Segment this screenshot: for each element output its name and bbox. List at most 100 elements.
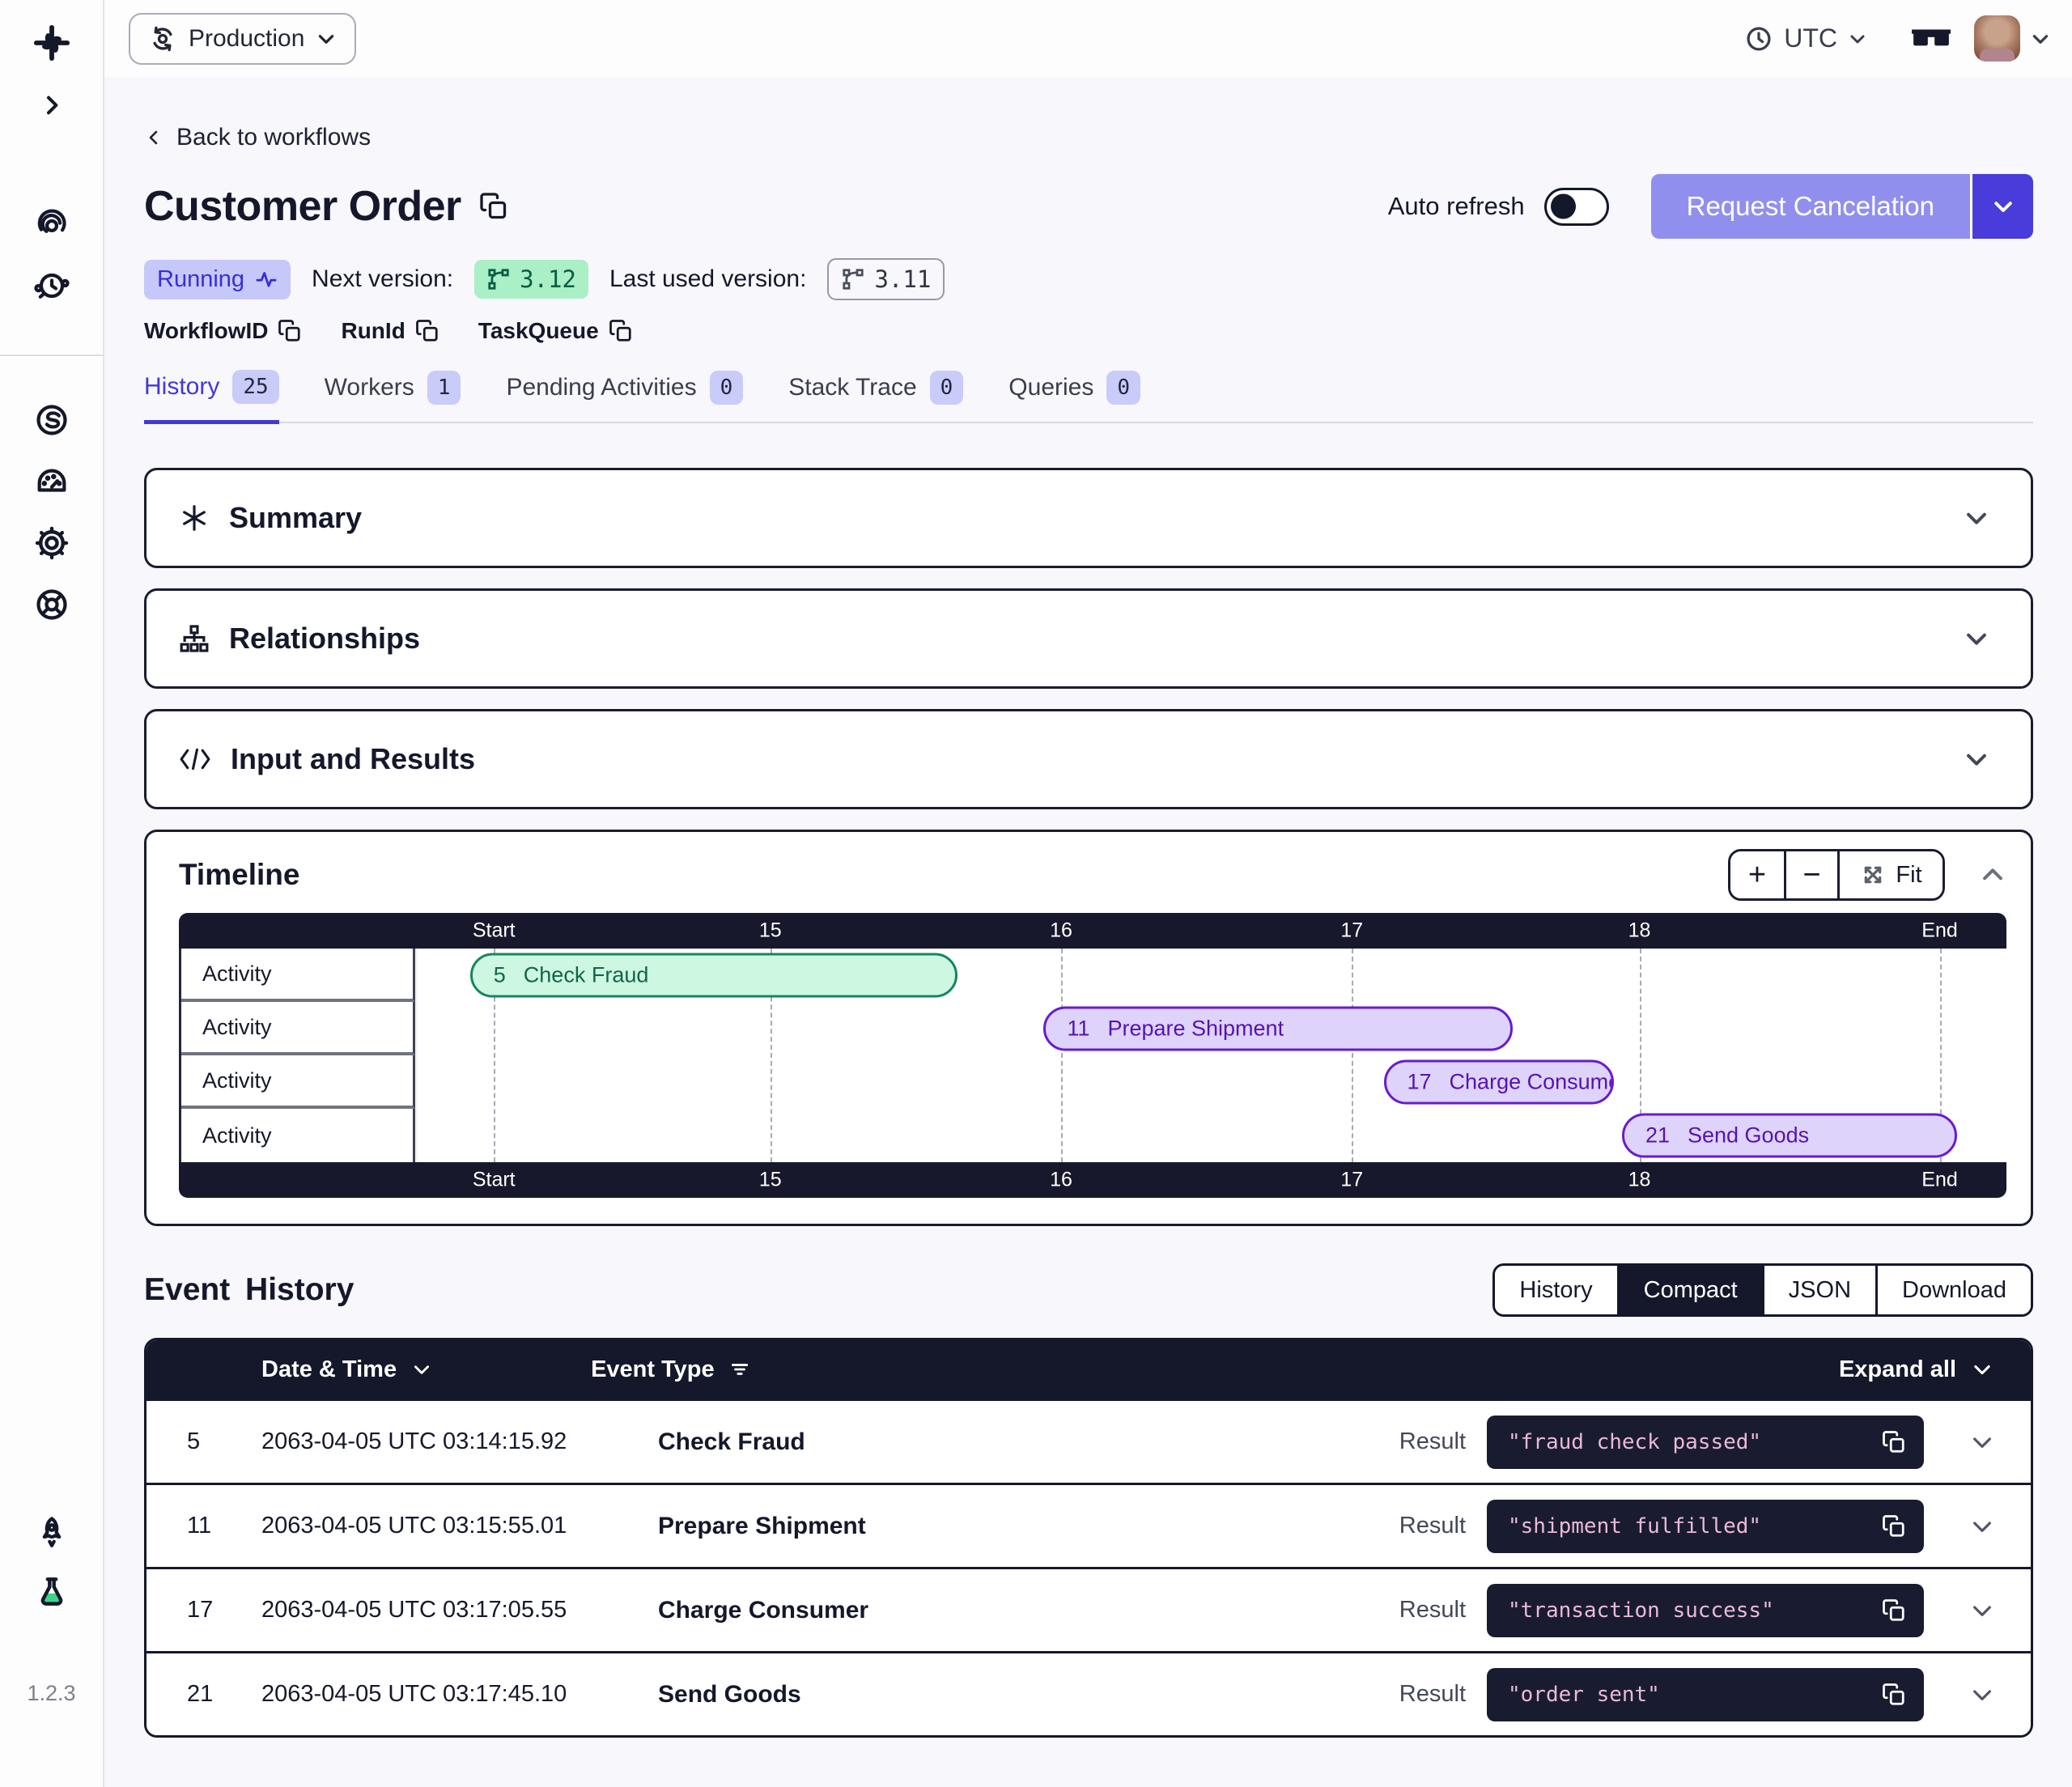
sort-by-date-button[interactable]: Date & Time xyxy=(261,1356,432,1383)
tab-history[interactable]: History 25 xyxy=(144,370,279,424)
chevron-down-icon[interactable] xyxy=(1969,1682,1995,1708)
event-row-prepare-shipment[interactable]: 11 2063-04-05 UTC 03:15:55.01 Prepare Sh… xyxy=(146,1483,2031,1567)
timezone-label: UTC xyxy=(1784,23,1837,53)
asterisk-icon xyxy=(179,503,210,533)
rail-item-settings[interactable] xyxy=(33,524,70,562)
copy-icon xyxy=(1882,1598,1906,1623)
timezone-selector[interactable]: UTC xyxy=(1744,23,1867,53)
lifebuoy-icon xyxy=(33,586,70,623)
workflow-id-label: WorkflowID xyxy=(144,318,268,344)
chevron-left-icon xyxy=(144,128,163,147)
timeline-collapse-button[interactable] xyxy=(1979,861,2006,889)
event-row-send-goods[interactable]: 21 2063-04-05 UTC 03:17:45.10 Send Goods… xyxy=(146,1651,2031,1735)
avatar[interactable] xyxy=(1974,15,2020,62)
back-link[interactable]: Back to workflows xyxy=(144,124,371,151)
rail-item-getting-started[interactable] xyxy=(33,1514,70,1551)
result-label: Result xyxy=(1399,1681,1466,1708)
next-version-value: 3.12 xyxy=(520,265,576,293)
summary-section: Summary xyxy=(144,468,2033,568)
copy-icon xyxy=(609,319,633,343)
result-value-pill: "fraud check passed" xyxy=(1487,1416,1924,1469)
event-row-check-fraud[interactable]: 5 2063-04-05 UTC 03:14:15.92 Check Fraud… xyxy=(146,1399,2031,1483)
timeline-bar-check-fraud[interactable]: 5 Check Fraud xyxy=(470,953,958,998)
tab-pending-activities[interactable]: Pending Activities 0 xyxy=(506,370,743,422)
filter-event-type-button[interactable]: Event Type xyxy=(591,1356,750,1383)
rail-item-labs[interactable] xyxy=(33,1574,70,1611)
tick-label: 17 xyxy=(1340,919,1363,943)
copy-result-button[interactable] xyxy=(1882,1430,1906,1454)
relationships-accordion-toggle[interactable]: Relationships xyxy=(146,591,2031,686)
rocket-icon xyxy=(33,1514,70,1551)
bar-label: Charge Consumer xyxy=(1450,1070,1615,1095)
tab-count-badge: 0 xyxy=(930,371,964,405)
bar-label: Check Fraud xyxy=(524,963,649,988)
chevron-down-icon[interactable] xyxy=(1969,1598,1995,1624)
bar-event-id: 5 xyxy=(494,963,506,988)
timeline-bar-charge-consumer[interactable]: 17 Charge Consumer xyxy=(1384,1060,1615,1105)
chevron-down-icon xyxy=(2030,28,2051,49)
status-badge: Running xyxy=(144,260,291,299)
rail-item-schedules[interactable] xyxy=(33,267,70,304)
last-used-version-value: 3.11 xyxy=(874,265,931,293)
expand-rail-button[interactable] xyxy=(39,92,65,118)
view-history-button[interactable]: History xyxy=(1495,1266,1616,1314)
rail-item-support[interactable] xyxy=(33,586,70,623)
cancelation-menu-button[interactable] xyxy=(1970,174,2033,239)
timeline-row-label: Activity xyxy=(181,1002,415,1055)
view-compact-button[interactable]: Compact xyxy=(1617,1266,1762,1314)
task-queue-copy[interactable]: TaskQueue xyxy=(478,318,633,344)
chevron-down-icon xyxy=(1963,745,1990,773)
tab-label: Workers xyxy=(325,374,414,401)
timeline-ruler-bottom: Start 15 16 17 18 End xyxy=(179,1162,2006,1198)
account-menu-button[interactable] xyxy=(2030,28,2051,49)
event-row-charge-consumer[interactable]: 17 2063-04-05 UTC 03:17:05.55 Charge Con… xyxy=(146,1567,2031,1651)
chevron-up-icon xyxy=(1979,861,2006,889)
view-json-button[interactable]: JSON xyxy=(1762,1266,1875,1314)
zoom-in-button[interactable]: + xyxy=(1730,851,1784,898)
rail-item-usage[interactable] xyxy=(33,463,70,500)
zoom-out-button[interactable]: − xyxy=(1784,851,1837,898)
code-icon xyxy=(179,745,211,773)
request-cancelation-button[interactable]: Request Cancelation xyxy=(1651,174,1970,239)
labs-mode-toggle[interactable] xyxy=(1911,27,1951,51)
timeline-bar-send-goods[interactable]: 21 Send Goods xyxy=(1622,1114,1957,1158)
event-id: 17 xyxy=(187,1597,261,1624)
chevron-down-icon[interactable] xyxy=(1969,1513,1995,1539)
expand-all-button[interactable]: Expand all xyxy=(1839,1356,1993,1383)
download-button[interactable]: Download xyxy=(1875,1266,2031,1314)
rail-divider xyxy=(0,354,104,356)
workflow-id-copy[interactable]: WorkflowID xyxy=(144,318,302,344)
chevron-down-icon xyxy=(1971,1358,1993,1381)
auto-refresh-label: Auto refresh xyxy=(1388,192,1525,221)
timeline-bar-prepare-shipment[interactable]: 11 Prepare Shipment xyxy=(1043,1007,1512,1051)
datetime-column-label: Date & Time xyxy=(261,1356,397,1383)
rail-item-workflows[interactable] xyxy=(33,206,70,243)
page-title: Customer Order xyxy=(144,182,461,231)
tab-stack-trace[interactable]: Stack Trace 0 xyxy=(788,370,963,422)
event-type: Send Goods xyxy=(658,1681,801,1708)
run-id-copy[interactable]: RunId xyxy=(341,318,439,344)
auto-refresh-toggle[interactable] xyxy=(1544,188,1609,226)
input-results-section: Input and Results xyxy=(144,709,2033,809)
flask-icon xyxy=(33,1574,70,1611)
environment-cycle-icon xyxy=(148,24,177,53)
pulse-icon xyxy=(255,268,278,291)
last-used-version-badge: 3.11 xyxy=(827,258,945,300)
gauge-icon xyxy=(33,463,70,500)
summary-accordion-toggle[interactable]: Summary xyxy=(146,470,2031,566)
tick-label: 16 xyxy=(1050,919,1072,943)
chevron-down-icon[interactable] xyxy=(1969,1429,1995,1455)
tab-workers[interactable]: Workers 1 xyxy=(325,370,461,422)
copy-result-button[interactable] xyxy=(1882,1514,1906,1539)
environment-selector[interactable]: Production xyxy=(129,13,356,65)
rail-item-nexus[interactable] xyxy=(33,401,70,439)
copy-title-button[interactable] xyxy=(479,192,508,221)
copy-result-button[interactable] xyxy=(1882,1683,1906,1707)
copy-icon xyxy=(1882,1683,1906,1707)
tick-label: End xyxy=(1921,1169,1957,1192)
event-id: 11 xyxy=(187,1513,261,1539)
input-results-accordion-toggle[interactable]: Input and Results xyxy=(146,711,2031,807)
copy-result-button[interactable] xyxy=(1882,1598,1906,1623)
zoom-fit-button[interactable]: Fit xyxy=(1837,851,1942,898)
tab-queries[interactable]: Queries 0 xyxy=(1008,370,1140,422)
